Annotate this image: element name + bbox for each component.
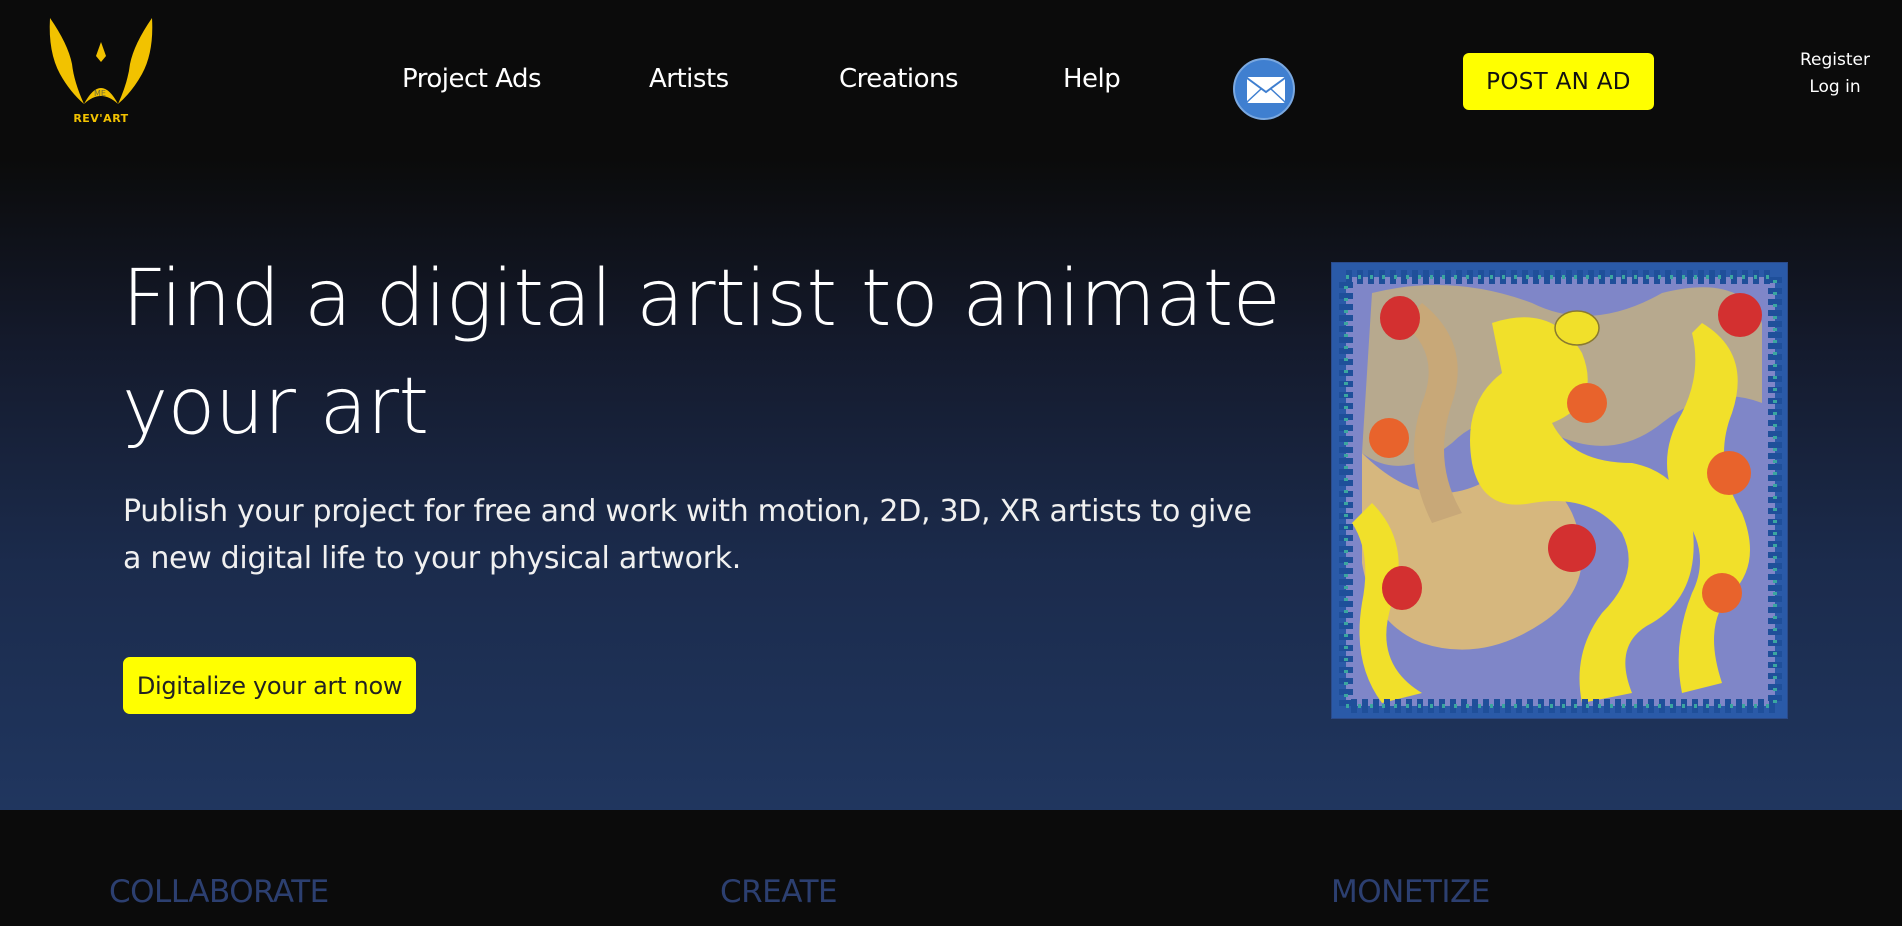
hero-artwork-image [1331, 262, 1788, 719]
hero-title: Find a digital artist to animate your ar… [122, 254, 1281, 452]
nav-project-ads[interactable]: Project Ads [402, 64, 542, 94]
features-section: COLLABORATE CREATE MONETIZE [0, 810, 1902, 926]
messages-button[interactable] [1233, 58, 1295, 120]
svg-text:ME: ME [94, 89, 106, 98]
register-link[interactable]: Register [1790, 47, 1880, 74]
auth-links: Register Log in [1790, 47, 1880, 101]
envelope-icon [1246, 77, 1286, 103]
hero-section: Find a digital artist to animate your ar… [0, 160, 1902, 810]
hero-subtitle: Publish your project for free and work w… [123, 494, 1252, 576]
logo-mark-icon: ME [49, 18, 153, 104]
logo-text: REV'ART [73, 112, 129, 125]
painting-artwork [1332, 263, 1787, 718]
top-navigation-bar: ME REV'ART Project Ads Artists Creations… [0, 0, 1902, 160]
post-an-ad-button[interactable]: POST AN AD [1463, 53, 1654, 110]
nav-creations[interactable]: Creations [839, 64, 959, 94]
nav-help[interactable]: Help [1063, 64, 1121, 94]
feature-collaborate: COLLABORATE [109, 874, 329, 910]
feature-monetize: MONETIZE [1331, 874, 1490, 910]
login-link[interactable]: Log in [1790, 74, 1880, 101]
nav-artists[interactable]: Artists [649, 64, 729, 94]
revart-logo[interactable]: ME REV'ART [46, 12, 156, 130]
digitalize-art-button[interactable]: Digitalize your art now [123, 657, 416, 714]
feature-create: CREATE [720, 874, 838, 910]
